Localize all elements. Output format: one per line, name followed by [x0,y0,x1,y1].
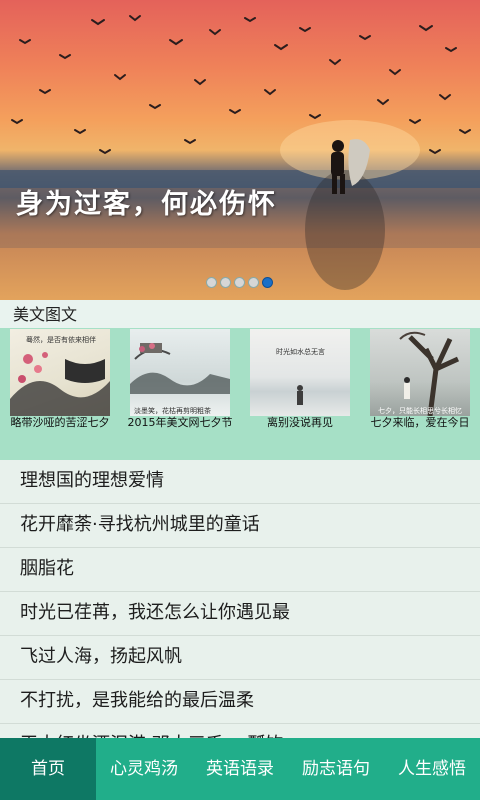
banner-caption: 身为过客，何必伤怀 [16,189,277,220]
gallery-thumbnail[interactable]: 七夕，只能长相思兮长相忆 [370,329,470,416]
list-item[interactable]: 胭脂花 [0,548,480,592]
list-item[interactable]: 飞过人海，扬起风帆 [0,636,480,680]
gallery-card-label: 略带沙哑的苦涩七夕 [10,416,110,429]
thumbnail-text: 时光如水总无言 [276,348,325,356]
gallery-card[interactable]: 时光如水总无言 离别没说再见 [240,328,360,438]
list-item[interactable]: 理想国的理想爱情 [0,460,480,504]
tab-life-insights[interactable]: 人生感悟 [384,738,480,800]
list-item[interactable]: 王大红坐酒泪港 邓大三千 一瓢饮 [0,724,480,738]
list-item[interactable]: 时光已荏苒，我还怎么让你遇见最 [0,592,480,636]
section-title: 美文图文 [0,300,480,328]
carousel-dot[interactable] [220,277,231,288]
bottom-tab-bar: 首页 心灵鸡汤 英语语录 励志语句 人生感悟 [0,738,480,800]
gallery-card-label: 2015年美文网七夕节 [127,416,233,429]
gallery-card[interactable]: 七夕，只能长相思兮长相忆 七夕来临，爱在今日 [360,328,480,438]
thumbnail-text: 淡墨笑，花枯再剪明粗茶 [134,407,211,415]
banner-carousel[interactable]: 身为过客，何必伤怀 [0,0,480,300]
tab-english-quotes[interactable]: 英语语录 [192,738,288,800]
gallery-card-label: 离别没说再见 [267,416,333,429]
image-gallery[interactable]: 蓦然，是否有依来相伴 略带沙哑的苦涩七夕 淡墨笑，花枯再剪明粗茶 2015年美文… [0,328,480,460]
carousel-indicator[interactable] [206,277,273,288]
carousel-dot-active[interactable] [262,277,273,288]
list-item[interactable]: 不打扰，是我能给的最后温柔 [0,680,480,724]
carousel-dot[interactable] [234,277,245,288]
gallery-card-label: 七夕来临，爱在今日 [370,416,470,429]
tab-home[interactable]: 首页 [0,738,96,800]
article-list[interactable]: 理想国的理想爱情 花开靡荼·寻找杭州城里的童话 胭脂花 时光已荏苒，我还怎么让你… [0,460,480,738]
gallery-thumbnail[interactable]: 时光如水总无言 [250,329,350,416]
gallery-thumbnail[interactable]: 蓦然，是否有依来相伴 [10,329,110,416]
tab-motivational[interactable]: 励志语句 [288,738,384,800]
thumbnail-text: 七夕，只能长相思兮长相忆 [378,407,462,415]
gallery-card[interactable]: 蓦然，是否有依来相伴 略带沙哑的苦涩七夕 [0,328,120,438]
list-item[interactable]: 花开靡荼·寻找杭州城里的童话 [0,504,480,548]
gallery-thumbnail[interactable]: 淡墨笑，花枯再剪明粗茶 [130,329,230,416]
carousel-dot[interactable] [206,277,217,288]
banner-image [0,15,480,290]
thumbnail-text: 蓦然，是否有依来相伴 [26,336,96,344]
tab-chicken-soup[interactable]: 心灵鸡汤 [96,738,192,800]
carousel-dot[interactable] [248,277,259,288]
gallery-card[interactable]: 淡墨笑，花枯再剪明粗茶 2015年美文网七夕节 [120,328,240,438]
